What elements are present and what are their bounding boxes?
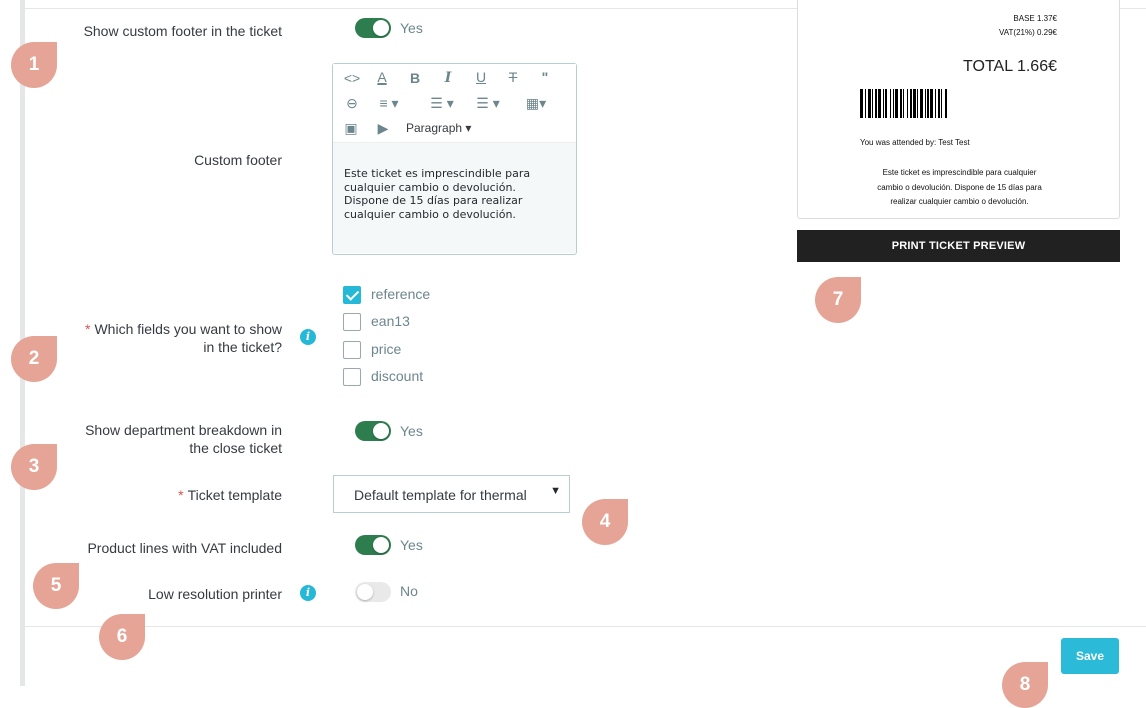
fields-label-line1: Which fields you want to show bbox=[94, 321, 282, 337]
editor-content[interactable]: Este ticket es imprescindible para cualq… bbox=[344, 167, 569, 221]
italic-icon[interactable]: I bbox=[441, 70, 455, 86]
low-res-toggle-state: No bbox=[400, 583, 418, 599]
barcode-image bbox=[860, 89, 1058, 118]
font-color-icon[interactable]: A bbox=[374, 69, 390, 85]
media-icon[interactable]: ▶ bbox=[374, 120, 392, 136]
low-res-toggle[interactable] bbox=[355, 582, 391, 602]
required-mark: * bbox=[178, 487, 184, 503]
required-mark: * bbox=[85, 321, 91, 337]
vat-toggle[interactable] bbox=[355, 535, 391, 555]
custom-footer-toggle-label: Show custom footer in the ticket bbox=[83, 23, 282, 39]
checkbox-label-discount: discount bbox=[371, 368, 424, 384]
vat-toggle-state: Yes bbox=[400, 537, 423, 553]
ticket-preview: BASE 1.37€ VAT(21%) 0.29€ TOTAL 1.66€ Yo… bbox=[797, 0, 1120, 219]
bullet-list-icon[interactable]: ☰ ▾ bbox=[424, 95, 460, 111]
code-icon[interactable]: <> bbox=[342, 70, 362, 86]
checkbox-reference[interactable] bbox=[343, 286, 361, 304]
image-icon[interactable]: ▣ bbox=[342, 120, 360, 136]
ticket-template-select[interactable]: Default template for thermal ▼ bbox=[333, 475, 570, 513]
ticket-base: BASE 1.37€ bbox=[1013, 14, 1057, 23]
custom-footer-toggle-state: Yes bbox=[400, 20, 423, 36]
ticket-template-label-text: Ticket template bbox=[187, 487, 282, 503]
editor-line: Dispone de 15 días para realizar bbox=[344, 194, 523, 207]
editor-toolbar: <> A B I U T " ⊖ ≡ ▾ ☰ ▾ ☰ ▾ ▦▾ ▣ ▶ Para… bbox=[333, 64, 576, 143]
checkbox-ean13[interactable] bbox=[343, 313, 361, 331]
custom-footer-label: Custom footer bbox=[194, 152, 282, 168]
ticket-attended: You was attended by: Test Test bbox=[860, 138, 970, 147]
ticket-template-value: Default template for thermal bbox=[354, 487, 527, 503]
checkbox-discount[interactable] bbox=[343, 368, 361, 386]
save-button[interactable]: Save bbox=[1061, 638, 1119, 674]
footer-divider bbox=[25, 626, 1146, 627]
strikethrough-icon[interactable]: T bbox=[505, 69, 521, 85]
info-icon[interactable]: i bbox=[300, 585, 316, 601]
editor-line: Este ticket es imprescindible para bbox=[344, 167, 531, 180]
department-label-line2: the close ticket bbox=[189, 440, 282, 456]
editor-body[interactable]: Este ticket es imprescindible para cualq… bbox=[333, 143, 576, 253]
ticket-template-label: * Ticket template bbox=[0, 486, 282, 504]
checkbox-label-ean13: ean13 bbox=[371, 313, 410, 329]
toggle-knob bbox=[373, 423, 389, 439]
info-icon[interactable]: i bbox=[300, 329, 316, 345]
link-icon[interactable]: ⊖ bbox=[342, 95, 362, 111]
callout-badge-2: 2 bbox=[11, 336, 57, 382]
department-label-line1: Show department breakdown in bbox=[85, 422, 282, 438]
toggle-knob bbox=[373, 20, 389, 36]
chevron-down-icon: ▼ bbox=[550, 485, 561, 497]
callout-badge-3: 3 bbox=[11, 444, 57, 490]
blockquote-icon[interactable]: " bbox=[538, 69, 552, 85]
checkbox-label-price: price bbox=[371, 341, 402, 357]
department-toggle-state: Yes bbox=[400, 423, 423, 439]
editor-line: cualquier cambio o devolución. bbox=[344, 207, 516, 221]
checkbox-label-reference: reference bbox=[371, 286, 431, 302]
align-icon[interactable]: ≡ ▾ bbox=[374, 95, 404, 111]
fields-label-line2: in the ticket? bbox=[203, 339, 282, 355]
toggle-knob bbox=[357, 584, 373, 600]
numbered-list-icon[interactable]: ☰ ▾ bbox=[470, 95, 506, 111]
bold-icon[interactable]: B bbox=[408, 70, 422, 86]
callout-badge-4: 4 bbox=[582, 499, 628, 545]
toggle-knob bbox=[373, 537, 389, 553]
ticket-footer-line: Este ticket es imprescindible para cualq… bbox=[882, 168, 1037, 177]
callout-badge-8: 8 bbox=[1002, 662, 1048, 708]
custom-footer-editor[interactable]: <> A B I U T " ⊖ ≡ ▾ ☰ ▾ ☰ ▾ ▦▾ ▣ ▶ Para… bbox=[332, 63, 577, 255]
callout-badge-1: 1 bbox=[11, 42, 57, 88]
ticket-total: TOTAL 1.66€ bbox=[963, 58, 1057, 75]
callout-badge-5: 5 bbox=[33, 563, 79, 609]
ticket-vat: VAT(21%) 0.29€ bbox=[999, 28, 1057, 37]
paragraph-dropdown[interactable]: Paragraph ▾ bbox=[406, 120, 471, 136]
paragraph-label: Paragraph bbox=[406, 121, 463, 135]
ticket-footer-line: realizar cualquier cambio o devolución. bbox=[890, 197, 1029, 206]
checkbox-price[interactable] bbox=[343, 341, 361, 359]
custom-footer-toggle[interactable] bbox=[355, 18, 391, 38]
ticket-footer-line: cambio o devolución. Dispone de 15 días … bbox=[877, 182, 1042, 192]
print-ticket-preview-button[interactable]: PRINT TICKET PREVIEW bbox=[797, 230, 1120, 262]
underline-icon[interactable]: U bbox=[474, 69, 488, 85]
vat-toggle-label: Product lines with VAT included bbox=[87, 540, 282, 556]
editor-line: cualquier cambio o devolución. bbox=[344, 180, 516, 194]
callout-badge-6: 6 bbox=[99, 614, 145, 660]
ticket-footer: Este ticket es imprescindible para cualq… bbox=[838, 166, 1081, 210]
callout-badge-7: 7 bbox=[815, 277, 861, 323]
department-toggle[interactable] bbox=[355, 421, 391, 441]
table-icon[interactable]: ▦▾ bbox=[519, 95, 553, 111]
